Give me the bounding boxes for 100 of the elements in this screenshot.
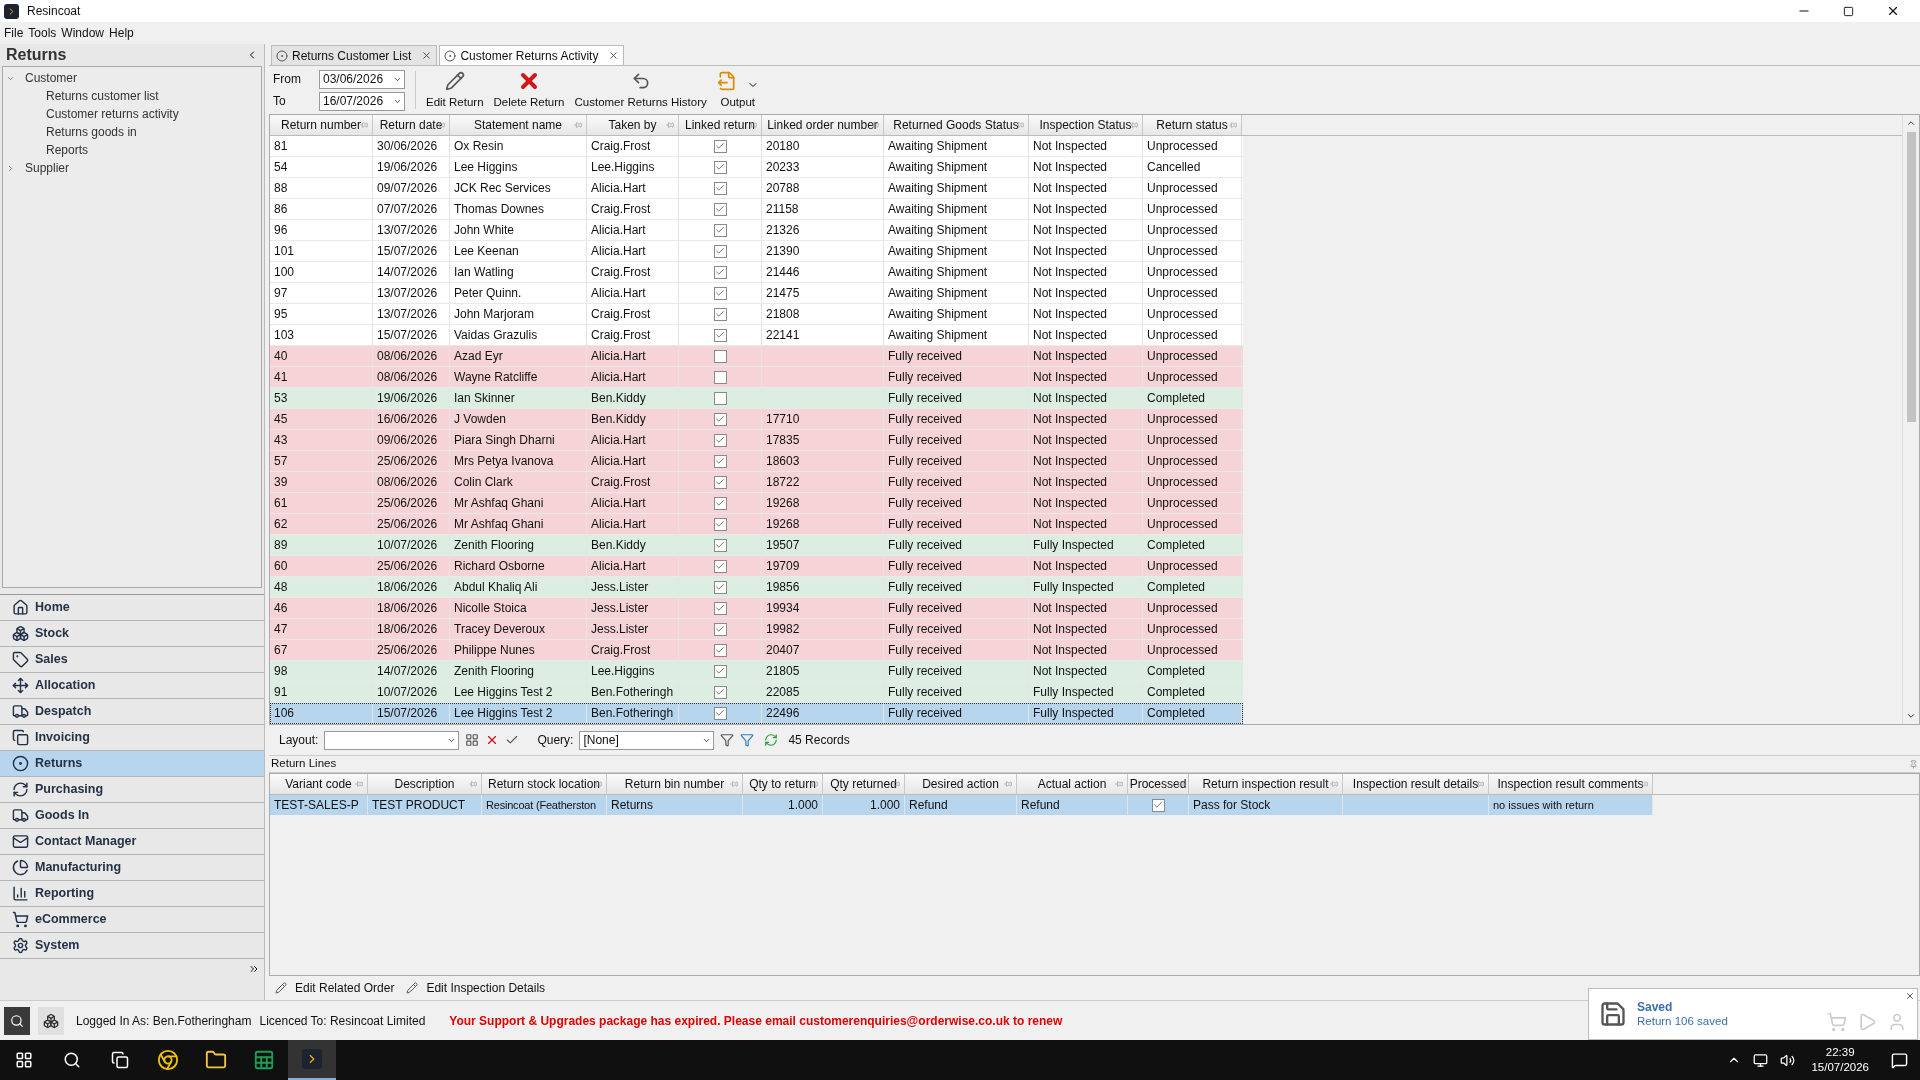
column-header[interactable]: Linked return — [679, 115, 762, 135]
table-row[interactable]: 54 19/06/2026 Lee Higgins Lee.Higgins 20233 Awaiting Shipment Not Inspected Cancelled — [270, 157, 1243, 178]
table-row[interactable]: 97 13/07/2026 Peter Quinn. Alicia.Hart 21475 Awaiting Shipment Not Inspected Unprocessed — [270, 283, 1243, 304]
nav-item[interactable]: Returns — [0, 751, 264, 777]
app-taskbar-icon[interactable] — [288, 1040, 336, 1080]
table-row[interactable]: 96 13/07/2026 John White Alicia.Hart 21326 Awaiting Shipment Not Inspected Unprocessed — [270, 220, 1243, 241]
checkbox[interactable] — [713, 685, 727, 699]
search-icon[interactable] — [63, 1051, 81, 1069]
pin-icon[interactable] — [871, 121, 879, 129]
filter-icon[interactable] — [740, 733, 755, 747]
checkbox[interactable] — [713, 391, 727, 405]
table-row[interactable]: 45 16/06/2026 J Vowden Ben.Kiddy 17710 Fully received Not Inspected Unprocessed — [270, 409, 1243, 430]
checkbox[interactable] — [713, 601, 727, 615]
spreadsheet-icon[interactable] — [253, 1049, 275, 1071]
checkbox[interactable] — [713, 328, 727, 342]
checkbox[interactable] — [713, 286, 727, 300]
table-row[interactable]: 89 10/07/2026 Zenith Flooring Ben.Kiddy 19507 Fully received Fully Inspected Completed — [270, 535, 1243, 556]
column-header[interactable]: Description — [368, 774, 482, 794]
layout-dropdown[interactable] — [324, 730, 460, 750]
checkbox[interactable] — [713, 475, 727, 489]
table-row[interactable]: TEST-SALES-P TEST PRODUCT Resincoat (Featherston Returns 1.000 1.000 Refund Refund Pass for Stock no issues with return — [270, 795, 1653, 815]
checkbox[interactable] — [713, 160, 727, 174]
table-row[interactable]: 46 18/06/2026 Nicolle Stoica Jess.Lister 19934 Fully received Not Inspected Unprocessed — [270, 598, 1243, 619]
column-header[interactable]: Variant code — [270, 774, 368, 794]
tree-item[interactable]: Supplier — [25, 159, 70, 177]
column-header[interactable]: Taken by — [587, 115, 679, 135]
scrollbar[interactable] — [1902, 115, 1919, 724]
table-row[interactable]: 100 14/07/2026 Ian Watling Craig.Frost 21446 Awaiting Shipment Not Inspected Unprocessed — [270, 262, 1243, 283]
checkbox[interactable] — [713, 496, 727, 510]
table-row[interactable]: 41 08/06/2026 Wayne Ratcliffe Alicia.Hart Fully received Not Inspected Unprocessed — [270, 367, 1243, 388]
table-row[interactable]: 47 18/06/2026 Tracey Deveroux Jess.Lister 19982 Fully received Not Inspected Unprocessed — [270, 619, 1243, 640]
menu-item[interactable]: Tools — [28, 24, 57, 42]
table-row[interactable]: 95 13/07/2026 John Marjoram Craig.Frost 21808 Awaiting Shipment Not Inspected Unprocessed — [270, 304, 1243, 325]
toolbar-button[interactable]: Output — [716, 68, 759, 112]
column-header[interactable]: Actual action — [1017, 774, 1128, 794]
browser-icon[interactable] — [157, 1049, 179, 1071]
column-header[interactable]: Inspection result comments — [1489, 774, 1653, 794]
column-header[interactable]: Return date — [373, 115, 450, 135]
table-row[interactable]: 57 25/06/2026 Mrs Petya Ivanova Alicia.Hart 18603 Fully received Not Inspected Unprocessed — [270, 451, 1243, 472]
checkbox[interactable] — [713, 706, 727, 720]
column-header[interactable]: Return bin number — [607, 774, 743, 794]
menu-item[interactable]: File — [4, 24, 24, 42]
table-row[interactable]: 61 25/06/2026 Mr Ashfaq Ghani Alicia.Hart 19268 Fully received Not Inspected Unprocessed — [270, 493, 1243, 514]
column-header[interactable]: Inspection Status — [1029, 115, 1143, 135]
tab[interactable]: Returns Customer List — [271, 45, 438, 65]
to-date-field[interactable]: 16/07/2026 — [319, 91, 405, 111]
checkbox[interactable] — [713, 370, 727, 384]
folder-icon[interactable] — [205, 1049, 227, 1071]
checkbox[interactable] — [713, 559, 727, 573]
scroll-down-icon[interactable] — [1906, 711, 1916, 721]
table-row[interactable]: 67 25/06/2026 Philippe Nunes Craig.Frost 20407 Fully received Not Inspected Unprocessed — [270, 640, 1243, 661]
column-header[interactable]: Return number — [270, 115, 373, 135]
table-row[interactable]: 48 18/06/2026 Abdul Khaliq Ali Jess.Lister 19856 Fully received Fully Inspected Completed — [270, 577, 1243, 598]
tree-item[interactable]: Customer — [25, 69, 77, 87]
table-row[interactable]: 53 19/06/2026 Ian Skinner Ben.Kiddy Fully received Not Inspected Completed — [270, 388, 1243, 409]
checkbox[interactable] — [713, 223, 727, 237]
column-header[interactable]: Qty returned — [823, 774, 905, 794]
more-icon[interactable] — [248, 963, 260, 975]
toolbar-button[interactable]: Customer Returns History — [574, 68, 707, 112]
action-link[interactable]: Edit Related Order — [275, 979, 395, 997]
clock[interactable]: 22:39 15/07/2026 — [1811, 1045, 1869, 1075]
table-row[interactable]: 88 09/07/2026 JCK Rec Services Alicia.Hart 20788 Awaiting Shipment Not Inspected Unprocessed — [270, 178, 1243, 199]
tab[interactable]: Customer Returns Activity — [439, 45, 625, 65]
pin-icon[interactable] — [1176, 780, 1184, 788]
column-header[interactable]: Linked order number — [762, 115, 884, 135]
tree-item[interactable]: Reports — [46, 141, 89, 159]
table-row[interactable]: 60 25/06/2026 Richard Osborne Alicia.Hart 19709 Fully received Not Inspected Unprocessed — [270, 556, 1243, 577]
menu-item[interactable]: Window — [61, 24, 105, 42]
checkbox[interactable] — [713, 538, 727, 552]
table-row[interactable]: 39 08/06/2026 Colin Clark Craig.Frost 18722 Fully received Not Inspected Unprocessed — [270, 472, 1243, 493]
network-icon[interactable] — [1753, 1052, 1769, 1068]
notifications-icon[interactable] — [1891, 1051, 1908, 1069]
table-row[interactable]: 86 07/07/2026 Thomas Downes Craig.Frost 21158 Awaiting Shipment Not Inspected Unprocessed — [270, 199, 1243, 220]
table-row[interactable]: 43 09/06/2026 Piara Singh Dharni Alicia.Hart 17835 Fully received Not Inspected Unprocessed — [270, 430, 1243, 451]
table-row[interactable]: 81 30/06/2026 Ox Resin Craig.Frost 20180 Awaiting Shipment Not Inspected Unprocessed — [270, 136, 1243, 157]
checkbox[interactable] — [713, 181, 727, 195]
table-row[interactable]: 106 15/07/2026 Lee Higgins Test 2 Ben.Fotheringh 22496 Fully received Fully Inspected Completed — [270, 703, 1243, 724]
checkbox[interactable] — [713, 349, 727, 363]
refresh-icon[interactable] — [764, 733, 779, 747]
close-icon[interactable] — [421, 50, 433, 61]
volume-icon[interactable] — [1780, 1052, 1796, 1068]
checkbox[interactable] — [713, 622, 727, 636]
from-date-field[interactable]: 03/06/2026 — [319, 69, 405, 89]
tree-item[interactable]: Customer returns activity — [46, 105, 179, 123]
restore-icon[interactable] — [1843, 5, 1854, 17]
column-header[interactable]: Returned Goods Status — [884, 115, 1029, 135]
checkbox[interactable] — [713, 265, 727, 279]
close-icon[interactable] — [1905, 991, 1915, 1001]
checkbox[interactable] — [713, 139, 727, 153]
column-header[interactable]: Desired action — [905, 774, 1017, 794]
pin-icon[interactable] — [1476, 780, 1484, 788]
column-header[interactable]: Inspection result details — [1343, 774, 1489, 794]
checkbox[interactable] — [713, 412, 727, 426]
checkbox[interactable] — [713, 454, 727, 468]
column-header[interactable]: Qty to return — [743, 774, 823, 794]
table-row[interactable]: 103 15/07/2026 Vaidas Grazulis Craig.Frost 22141 Awaiting Shipment Not Inspected Unprocessed — [270, 325, 1243, 346]
pin-icon[interactable] — [1130, 121, 1138, 129]
close-icon[interactable] — [1886, 4, 1900, 18]
checkbox[interactable] — [713, 244, 727, 258]
table-row[interactable]: 91 10/07/2026 Lee Higgins Test 2 Ben.Fotheringh 22085 Fully received Fully Inspected Completed — [270, 682, 1243, 703]
